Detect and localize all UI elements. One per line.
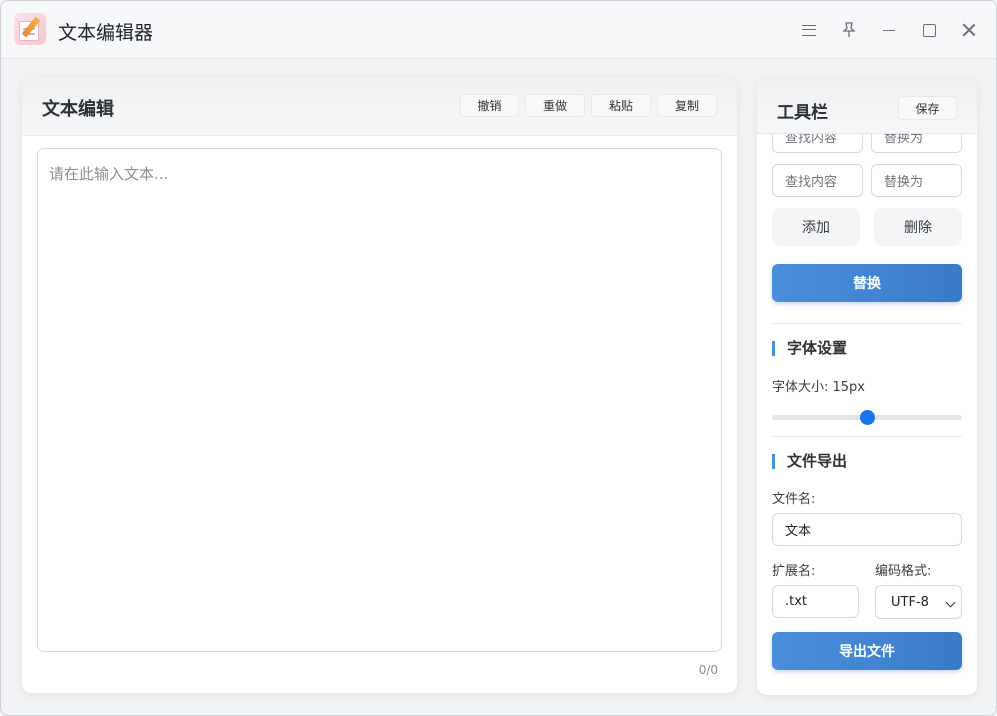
app-window: 文本编辑器 文本编辑 撤销 重做 粘贴 复制 请在此输入文本... 0/0 工具… xyxy=(0,0,997,716)
filename-label: 文件名: xyxy=(772,492,816,507)
encoding-select-value: UTF-8 xyxy=(891,594,929,610)
close-icon[interactable] xyxy=(957,18,981,42)
font-settings-title: 字体设置 xyxy=(772,341,847,356)
paste-button[interactable]: 粘贴 xyxy=(591,94,651,117)
char-counter: 0/0 xyxy=(698,663,718,677)
copy-button[interactable]: 复制 xyxy=(657,94,717,117)
divider xyxy=(772,323,962,324)
divider xyxy=(772,436,962,437)
file-export-title: 文件导出 xyxy=(772,454,847,469)
font-size-label: 字体大小: 15px xyxy=(772,380,865,395)
replace-input[interactable]: 替换为 xyxy=(871,164,962,197)
redo-button[interactable]: 重做 xyxy=(525,94,585,117)
editor-panel: 文本编辑 撤销 重做 粘贴 复制 请在此输入文本... 0/0 xyxy=(22,77,737,693)
editor-header: 文本编辑 撤销 重做 粘贴 复制 xyxy=(22,77,737,136)
menu-icon[interactable] xyxy=(797,18,821,42)
app-logo-icon xyxy=(14,13,46,45)
toolbar-header: 工具栏 保存 xyxy=(757,78,977,134)
add-rule-button[interactable]: 添加 xyxy=(772,208,860,246)
font-size-slider-thumb[interactable] xyxy=(860,410,875,425)
replace-button[interactable]: 替换 xyxy=(772,264,962,302)
toolbar-panel[interactable]: 工具栏 保存 查找内容 替换为 查找内容 替换为 添加 删除 替换 字体设置 字… xyxy=(757,78,977,695)
extension-input[interactable]: .txt xyxy=(772,585,859,618)
text-input-placeholder: 请在此输入文本... xyxy=(49,165,169,183)
toolbar-title: 工具栏 xyxy=(777,103,828,123)
save-button[interactable]: 保存 xyxy=(898,96,957,120)
export-file-button[interactable]: 导出文件 xyxy=(772,632,962,670)
encoding-label: 编码格式: xyxy=(875,564,932,579)
pin-icon[interactable] xyxy=(837,18,861,42)
app-title: 文本编辑器 xyxy=(58,22,154,44)
minimize-icon[interactable] xyxy=(877,18,901,42)
encoding-select[interactable]: UTF-8 xyxy=(875,585,962,619)
editor-title: 文本编辑 xyxy=(42,99,114,120)
undo-button[interactable]: 撤销 xyxy=(460,94,519,117)
chevron-down-icon xyxy=(945,597,956,608)
delete-rule-button[interactable]: 删除 xyxy=(874,208,962,246)
maximize-icon[interactable] xyxy=(917,18,941,42)
filename-input[interactable]: 文本 xyxy=(772,513,962,546)
title-bar: 文本编辑器 xyxy=(1,1,996,59)
extension-label: 扩展名: xyxy=(772,564,816,579)
find-input[interactable]: 查找内容 xyxy=(772,164,863,197)
text-input-area[interactable]: 请在此输入文本... xyxy=(37,148,722,652)
